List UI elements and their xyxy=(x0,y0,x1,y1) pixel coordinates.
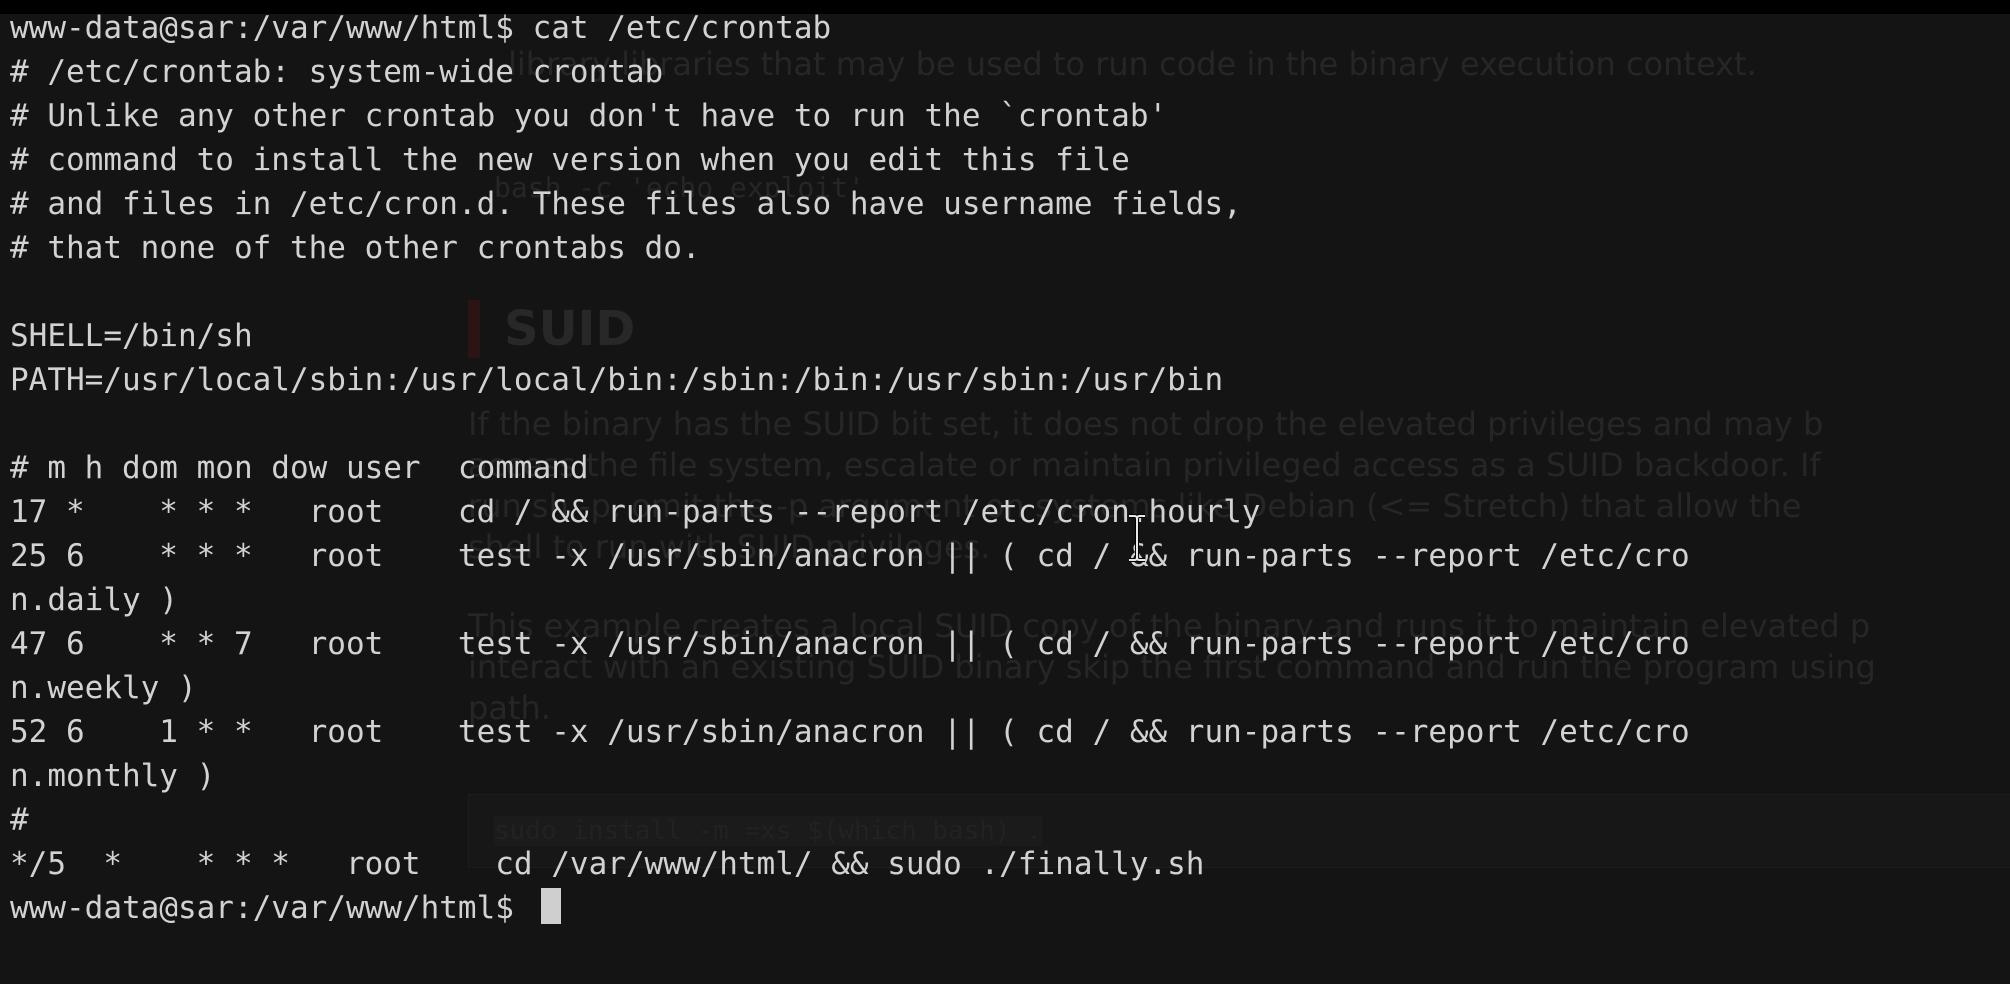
terminal-line: 52 6 1 * * root test -x /usr/sbin/anacro… xyxy=(10,714,1690,750)
terminal-line: SHELL=/bin/sh xyxy=(10,318,253,354)
terminal-line: # that none of the other crontabs do. xyxy=(10,230,701,266)
terminal-input-line[interactable]: www-data@sar:/var/www/html$ xyxy=(10,886,1690,930)
terminal-line: # and files in /etc/cron.d. These files … xyxy=(10,186,1242,222)
terminal-line: # m h dom mon dow user command xyxy=(10,450,589,486)
terminal-line: # Unlike any other crontab you don't hav… xyxy=(10,98,1168,134)
screen: library libraries that may be used to ru… xyxy=(0,0,2010,984)
terminal-line: # command to install the new version whe… xyxy=(10,142,1130,178)
terminal-line: PATH=/usr/local/sbin:/usr/local/bin:/sbi… xyxy=(10,362,1224,398)
terminal-window[interactable]: www-data@sar:/var/www/html$ cat /etc/cro… xyxy=(0,0,2010,984)
terminal-line: n.weekly ) xyxy=(10,670,197,706)
text-cursor-ibeam-icon xyxy=(1129,514,1145,562)
terminal-line: # /etc/crontab: system-wide crontab xyxy=(10,54,664,90)
terminal-output[interactable]: www-data@sar:/var/www/html$ cat /etc/cro… xyxy=(10,6,1690,930)
terminal-line: n.monthly ) xyxy=(10,758,216,794)
terminal-line-command: www-data@sar:/var/www/html$ cat /etc/cro… xyxy=(10,10,832,46)
terminal-line: 17 * * * * root cd / && run-parts --repo… xyxy=(10,494,1261,530)
terminal-line: 47 6 * * 7 root test -x /usr/sbin/anacro… xyxy=(10,626,1690,662)
terminal-line: 25 6 * * * root test -x /usr/sbin/anacro… xyxy=(10,538,1690,574)
shell-prompt: www-data@sar:/var/www/html$ xyxy=(10,890,533,926)
terminal-cursor xyxy=(540,888,561,924)
terminal-line: # xyxy=(10,802,29,838)
terminal-line: n.daily ) xyxy=(10,582,178,618)
terminal-line: */5 * * * * root cd /var/www/html/ && su… xyxy=(10,846,1205,882)
